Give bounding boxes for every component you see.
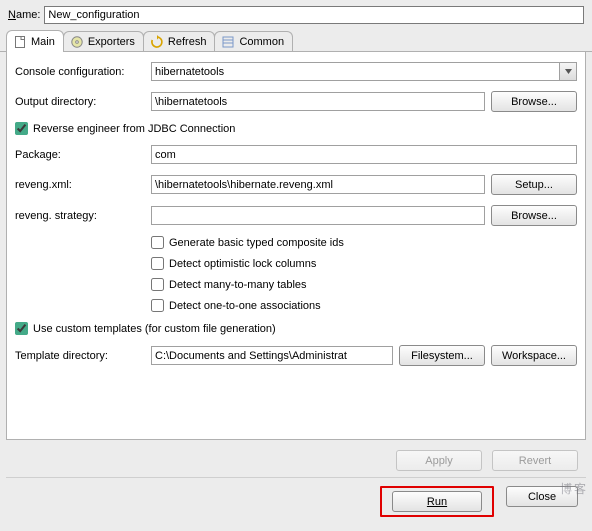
filesystem-button[interactable]: Filesystem... bbox=[399, 345, 485, 366]
row-package: Package: bbox=[15, 145, 577, 164]
browse-strategy-button[interactable]: Browse... bbox=[491, 205, 577, 226]
output-dir-label: Output directory: bbox=[15, 96, 145, 108]
tab-label: Refresh bbox=[168, 36, 207, 48]
row-reveng-xml: reveng.xml: Setup... bbox=[15, 174, 577, 195]
one-to-one-label: Detect one-to-one associations bbox=[169, 300, 321, 312]
reverse-engineer-label: Reverse engineer from JDBC Connection bbox=[33, 123, 235, 135]
run-button[interactable]: Run bbox=[392, 491, 482, 512]
name-label: Name: bbox=[8, 9, 40, 21]
setup-button[interactable]: Setup... bbox=[491, 174, 577, 195]
composite-ids-checkbox[interactable] bbox=[151, 236, 164, 249]
apply-revert-bar: Apply Revert bbox=[0, 440, 592, 477]
optimistic-lock-checkbox[interactable] bbox=[151, 257, 164, 270]
row-one-to-one: Detect one-to-one associations bbox=[151, 299, 577, 312]
tab-refresh[interactable]: Refresh bbox=[143, 31, 216, 51]
reveng-xml-input[interactable] bbox=[151, 175, 485, 194]
tab-label: Main bbox=[31, 36, 55, 48]
template-dir-label: Template directory: bbox=[15, 350, 145, 362]
dropdown-arrow-icon[interactable] bbox=[559, 63, 576, 80]
apply-button[interactable]: Apply bbox=[396, 450, 482, 471]
console-config-combo[interactable]: hibernatetools bbox=[151, 62, 577, 81]
tab-common[interactable]: Common bbox=[214, 31, 293, 51]
row-optimistic-lock: Detect optimistic lock columns bbox=[151, 257, 577, 270]
footer-bar: Run Close bbox=[0, 478, 592, 531]
package-label: Package: bbox=[15, 149, 145, 161]
row-composite-ids: Generate basic typed composite ids bbox=[151, 236, 577, 249]
use-custom-templates-checkbox[interactable] bbox=[15, 322, 28, 335]
console-config-label: Console configuration: bbox=[15, 66, 145, 78]
name-input[interactable] bbox=[44, 6, 584, 24]
row-reveng-strategy: reveng. strategy: Browse... bbox=[15, 205, 577, 226]
package-input[interactable] bbox=[151, 145, 577, 164]
close-button[interactable]: Close bbox=[506, 486, 578, 507]
reveng-strategy-input[interactable] bbox=[151, 206, 485, 225]
reverse-engineer-checkbox[interactable] bbox=[15, 122, 28, 135]
tab-label: Common bbox=[239, 36, 284, 48]
row-console-config: Console configuration: hibernatetools bbox=[15, 62, 577, 81]
row-use-custom-templates: Use custom templates (for custom file ge… bbox=[15, 322, 577, 335]
refresh-icon bbox=[150, 35, 164, 49]
output-dir-input[interactable] bbox=[151, 92, 485, 111]
optimistic-lock-label: Detect optimistic lock columns bbox=[169, 258, 316, 270]
row-output-dir: Output directory: Browse... bbox=[15, 91, 577, 112]
one-to-one-checkbox[interactable] bbox=[151, 299, 164, 312]
row-many-to-many: Detect many-to-many tables bbox=[151, 278, 577, 291]
tab-exporters[interactable]: Exporters bbox=[63, 31, 144, 51]
composite-ids-label: Generate basic typed composite ids bbox=[169, 237, 344, 249]
row-reverse-engineer: Reverse engineer from JDBC Connection bbox=[15, 122, 577, 135]
tab-main[interactable]: Main bbox=[6, 30, 64, 52]
name-row: Name: bbox=[0, 0, 592, 30]
many-to-many-label: Detect many-to-many tables bbox=[169, 279, 307, 291]
browse-output-button[interactable]: Browse... bbox=[491, 91, 577, 112]
reveng-xml-label: reveng.xml: bbox=[15, 179, 145, 191]
cd-icon bbox=[70, 35, 84, 49]
run-highlight-box: Run bbox=[380, 486, 494, 517]
tab-content-main: Console configuration: hibernatetools Ou… bbox=[6, 52, 586, 440]
tabs-strip: Main Exporters Refresh Common bbox=[0, 30, 592, 52]
revert-button[interactable]: Revert bbox=[492, 450, 578, 471]
file-icon bbox=[13, 35, 27, 49]
row-template-dir: Template directory: Filesystem... Worksp… bbox=[15, 345, 577, 366]
reveng-strategy-label: reveng. strategy: bbox=[15, 210, 145, 222]
dialog-root: Name: Main Exporters Refresh Common bbox=[0, 0, 592, 531]
template-dir-input[interactable] bbox=[151, 346, 393, 365]
option-checklist: Generate basic typed composite ids Detec… bbox=[151, 236, 577, 312]
combo-value: hibernatetools bbox=[155, 66, 224, 78]
many-to-many-checkbox[interactable] bbox=[151, 278, 164, 291]
workspace-button[interactable]: Workspace... bbox=[491, 345, 577, 366]
tab-label: Exporters bbox=[88, 36, 135, 48]
common-icon bbox=[221, 35, 235, 49]
use-custom-templates-label: Use custom templates (for custom file ge… bbox=[33, 323, 276, 335]
